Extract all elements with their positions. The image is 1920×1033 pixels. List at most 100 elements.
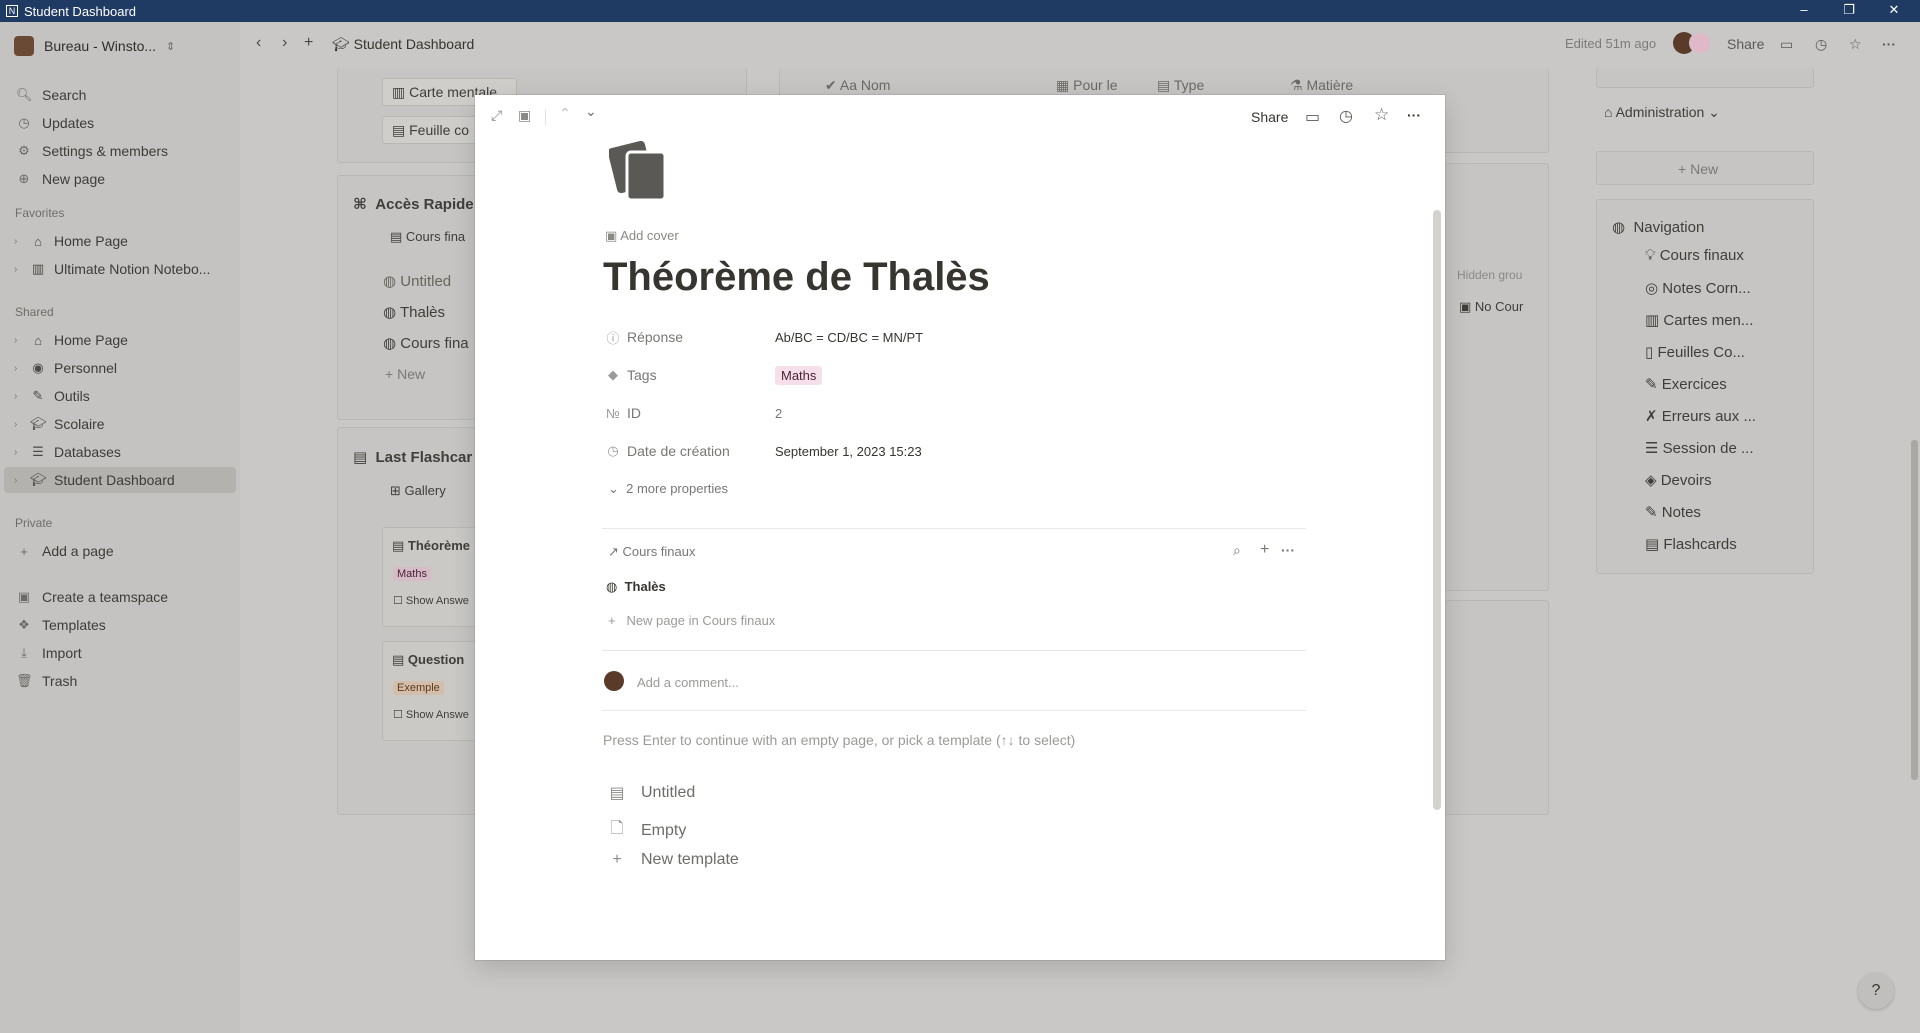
sidebar-create-teamspace[interactable]: ▣ Create a teamspace bbox=[0, 584, 236, 610]
breadcrumb[interactable]: 🎓︎ Student Dashboard bbox=[332, 36, 474, 53]
template-empty[interactable]: 🗋︎ Empty bbox=[607, 817, 687, 844]
flashcard-icon: ▤ bbox=[1645, 536, 1660, 553]
nav-item-session[interactable]: ☰ Session de ... bbox=[1645, 439, 1754, 457]
property-id[interactable]: № ID 2 bbox=[605, 399, 1305, 427]
avatar[interactable] bbox=[1689, 32, 1711, 54]
sidebar-fav-home-page[interactable]: › ⌂ Home Page bbox=[0, 228, 236, 254]
sidebar-import[interactable]: ⤓ Import bbox=[0, 640, 236, 666]
bg-administration[interactable]: ⌂ Administration ⌄ bbox=[1604, 104, 1720, 121]
chevron-down-icon[interactable]: ⌄ bbox=[585, 103, 597, 120]
plus-icon[interactable]: + bbox=[304, 34, 313, 52]
relation-item-thales[interactable]: ◍ Thalès bbox=[606, 579, 666, 595]
page-scrollbar[interactable] bbox=[1911, 440, 1918, 780]
forward-arrow-icon[interactable]: › bbox=[282, 34, 287, 52]
nav-item-cartes-mentales[interactable]: ▥ Cartes men... bbox=[1645, 311, 1753, 329]
more-icon[interactable]: ··· bbox=[1281, 542, 1295, 558]
modal-scrollbar[interactable] bbox=[1433, 210, 1441, 810]
bg-thales[interactable]: ◍ Thalès bbox=[383, 303, 445, 321]
chevron-right-icon[interactable]: › bbox=[14, 419, 26, 430]
property-reponse[interactable]: ⓘ Réponse Ab/BC = CD/BC = MN/PT bbox=[605, 323, 1305, 351]
sidebar-shared-home-page[interactable]: › ⌂ Home Page bbox=[0, 327, 236, 353]
bg-cours-fina[interactable]: ▤ Cours fina bbox=[390, 229, 465, 245]
open-as-page-icon[interactable]: ▣ bbox=[518, 107, 531, 124]
nav-item-erreurs[interactable]: ✗ Erreurs aux ... bbox=[1645, 407, 1756, 425]
bg-untitled[interactable]: ◍ Untitled bbox=[383, 272, 451, 290]
restore-button[interactable]: ❐ bbox=[1829, 0, 1869, 22]
chevron-right-icon[interactable]: › bbox=[14, 475, 26, 486]
back-arrow-icon[interactable]: ‹ bbox=[256, 34, 261, 52]
star-icon[interactable]: ☆ bbox=[1374, 105, 1389, 125]
cross-icon: ✗ bbox=[1645, 408, 1658, 425]
nav-item-notes[interactable]: ✎ Notes bbox=[1645, 503, 1701, 521]
bg-hidden-groups[interactable]: Hidden grou bbox=[1457, 268, 1522, 282]
sidebar-fav-ultimate-notebook[interactable]: › ▥ Ultimate Notion Notebo... bbox=[0, 256, 236, 282]
property-date-creation[interactable]: ◷ Date de création September 1, 2023 15:… bbox=[605, 437, 1305, 465]
workspace-avatar bbox=[14, 36, 34, 56]
bg-no-cours: ▣ No Cour bbox=[1459, 299, 1523, 315]
sidebar-shared-scolaire[interactable]: › 🎓︎ Scolaire bbox=[0, 411, 236, 437]
nav-item-cours-finaux[interactable]: 💡︎ Cours finaux bbox=[1645, 247, 1744, 264]
chevron-right-icon[interactable]: › bbox=[14, 335, 26, 346]
sidebar-add-page[interactable]: + Add a page bbox=[0, 538, 236, 564]
bg-card1-show[interactable]: ☐ Show Answe bbox=[393, 594, 469, 607]
chevron-up-icon[interactable]: ⌃ bbox=[559, 105, 571, 122]
more-icon[interactable]: ··· bbox=[1407, 107, 1421, 123]
bg-card2-show[interactable]: ☐ Show Answe bbox=[393, 708, 469, 721]
sidebar-shared-outils[interactable]: › ✎ Outils bbox=[0, 383, 236, 409]
close-button[interactable]: ✕ bbox=[1874, 0, 1914, 22]
history-icon[interactable]: ◷ bbox=[1339, 106, 1353, 126]
chevron-right-icon[interactable]: › bbox=[14, 363, 26, 374]
page-title[interactable]: Théorème de Thalès bbox=[603, 255, 990, 300]
sidebar-updates[interactable]: ◷ Updates bbox=[0, 110, 236, 136]
minimize-button[interactable]: – bbox=[1784, 0, 1824, 22]
template-new[interactable]: + New template bbox=[607, 851, 739, 869]
help-button[interactable]: ? bbox=[1858, 973, 1894, 1009]
star-icon[interactable]: ☆ bbox=[1849, 36, 1862, 53]
graduation-cap-icon: 🎓︎ bbox=[30, 416, 47, 431]
compass-icon: ◉ bbox=[32, 360, 44, 375]
relation-heading[interactable]: ↗ Cours finaux bbox=[608, 544, 696, 560]
expand-icon[interactable]: ⤢ bbox=[491, 107, 502, 124]
nav-item-devoirs[interactable]: ◈ Devoirs bbox=[1645, 471, 1712, 489]
chevron-right-icon[interactable]: › bbox=[14, 264, 26, 275]
bg-new[interactable]: + New bbox=[385, 366, 425, 382]
command-icon: ⌘ bbox=[353, 196, 376, 213]
flashcard-page-icon[interactable] bbox=[609, 140, 671, 204]
bg-col-nom: ✔︎ Aa Nom bbox=[825, 77, 890, 94]
comments-icon[interactable]: ▭ bbox=[1780, 36, 1793, 53]
history-icon[interactable]: ◷ bbox=[1815, 36, 1827, 53]
property-value[interactable]: Ab/BC = CD/BC = MN/PT bbox=[775, 330, 923, 345]
sidebar-shared-personnel[interactable]: › ◉ Personnel bbox=[0, 355, 236, 381]
chevron-right-icon[interactable]: › bbox=[14, 391, 26, 402]
sidebar-new-page[interactable]: ⊕ New page bbox=[0, 166, 236, 192]
property-tags[interactable]: ◆ Tags Maths bbox=[605, 361, 1305, 389]
nav-item-notes-cornell[interactable]: ◎ Notes Corn... bbox=[1645, 279, 1751, 297]
nav-item-exercices[interactable]: ✎ Exercices bbox=[1645, 375, 1727, 393]
search-icon: 🔍︎ bbox=[16, 87, 33, 102]
modal-share-button[interactable]: Share bbox=[1251, 109, 1288, 125]
sidebar-shared-student-dashboard[interactable]: › 🎓︎ Student Dashboard bbox=[4, 467, 236, 493]
tag-maths[interactable]: Maths bbox=[775, 365, 823, 385]
more-properties-toggle[interactable]: ⌄ 2 more properties bbox=[608, 481, 728, 497]
chevron-right-icon[interactable]: › bbox=[14, 447, 26, 458]
template-untitled[interactable]: ▤ Untitled bbox=[607, 783, 695, 803]
comment-input[interactable]: Add a comment... bbox=[637, 675, 739, 690]
add-cover-button[interactable]: ▣ Add cover bbox=[605, 228, 679, 244]
chevron-right-icon[interactable]: › bbox=[14, 236, 26, 247]
sidebar-search[interactable]: 🔍︎ Search bbox=[0, 82, 236, 108]
workspace-switcher[interactable]: Bureau - Winsto... ⇕ bbox=[14, 36, 175, 56]
search-icon[interactable]: ⌕ bbox=[1233, 542, 1241, 559]
sidebar-settings[interactable]: ⚙ Settings & members bbox=[0, 138, 236, 164]
bg-cours-fina-2[interactable]: ◍ Cours fina bbox=[383, 334, 469, 352]
plus-icon[interactable]: + bbox=[1260, 541, 1269, 559]
sidebar-shared-databases[interactable]: › ☰ Databases bbox=[0, 439, 236, 465]
nav-item-feuilles[interactable]: ▯ Feuilles Co... bbox=[1645, 343, 1745, 361]
comment-icon[interactable]: ▭ bbox=[1305, 107, 1320, 127]
share-button[interactable]: Share bbox=[1727, 36, 1764, 52]
bg-gallery-view[interactable]: ⊞ Gallery bbox=[390, 483, 446, 499]
nav-item-flashcards[interactable]: ▤ Flashcards bbox=[1645, 535, 1737, 553]
more-icon[interactable]: ··· bbox=[1882, 36, 1896, 52]
relation-new-page[interactable]: + New page in Cours finaux bbox=[608, 613, 775, 628]
sidebar-templates[interactable]: ❖ Templates bbox=[0, 612, 236, 638]
sidebar-trash[interactable]: 🗑︎ Trash bbox=[0, 668, 236, 694]
